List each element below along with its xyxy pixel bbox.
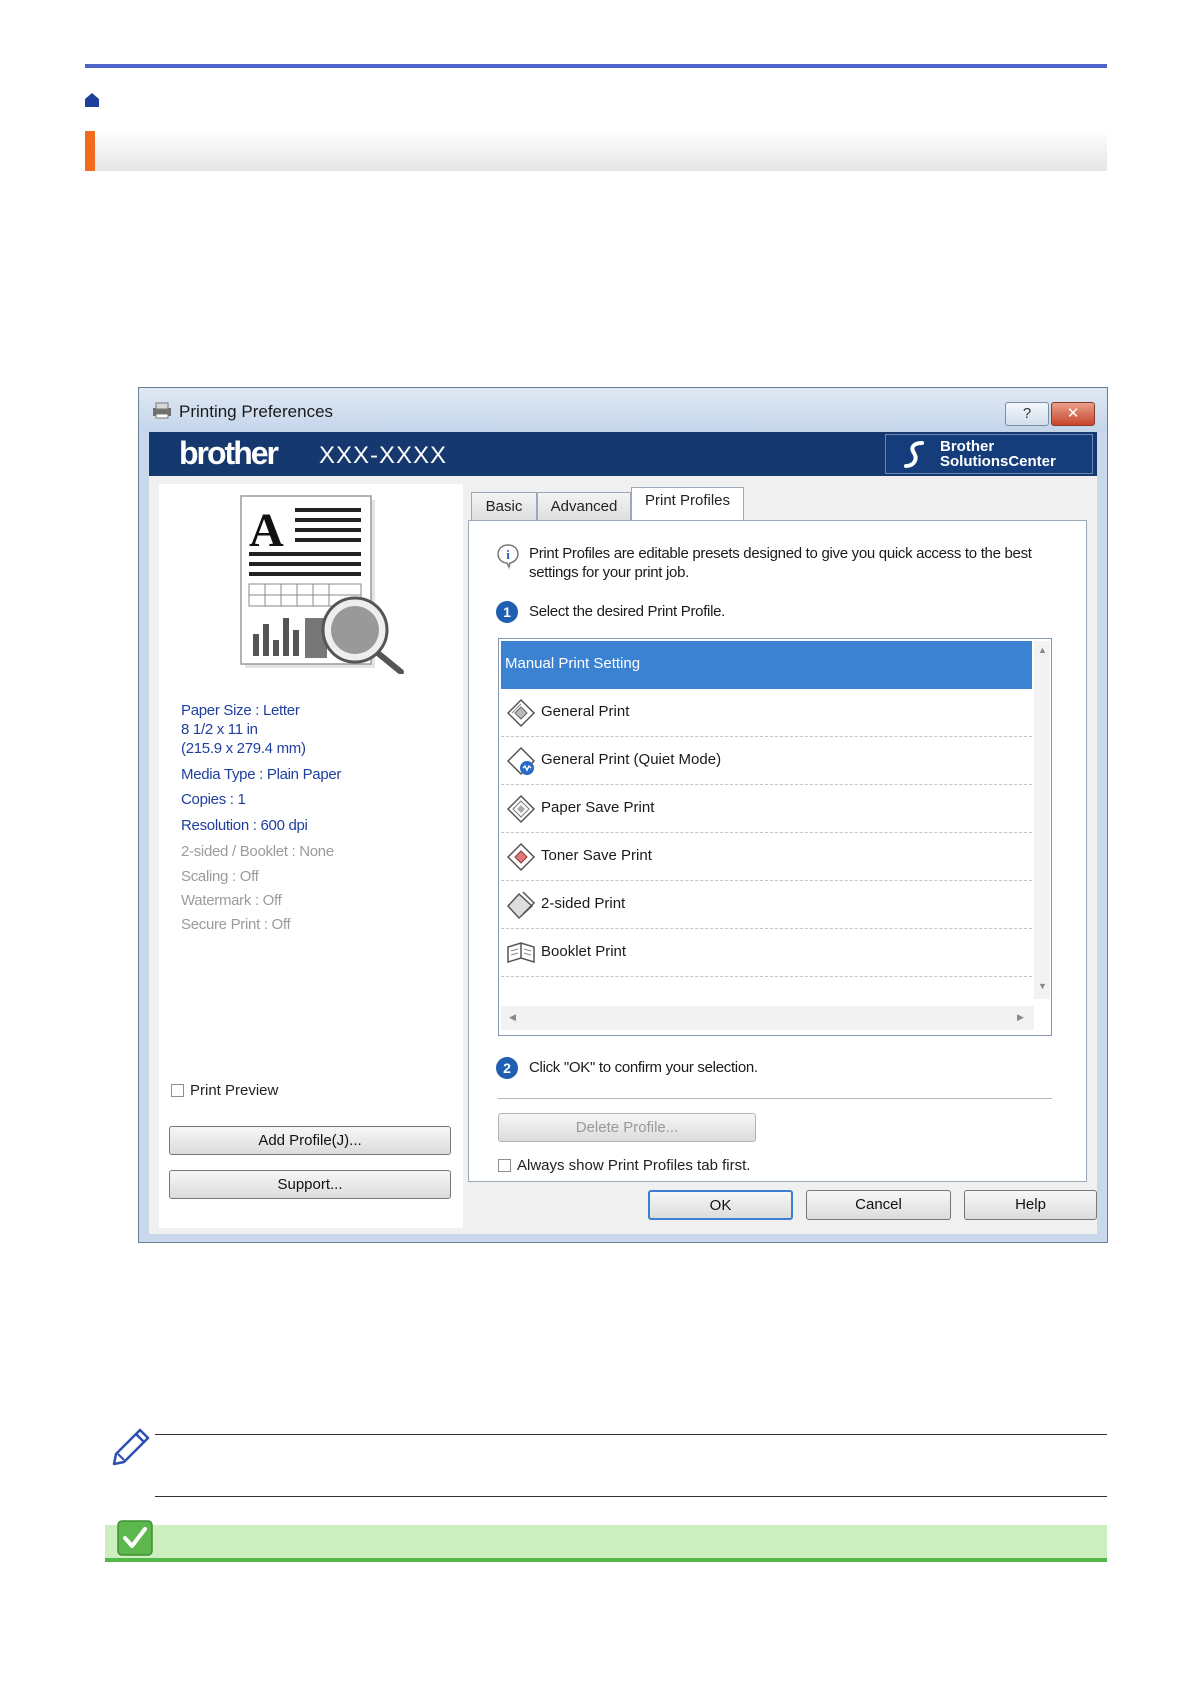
- step-1-text: Select the desired Print Profile.: [529, 603, 726, 620]
- note-top-rule: [155, 1434, 1107, 1435]
- watermark-info: Watermark : Off: [181, 892, 282, 909]
- profile-row-general[interactable]: General Print: [501, 689, 1032, 737]
- panel-separator: [498, 1098, 1052, 1099]
- tab-basic[interactable]: Basic: [471, 492, 537, 520]
- brand-bar: brother XXX-XXXX Brother SolutionsCenter: [149, 432, 1097, 476]
- media-type-info: Media Type : Plain Paper: [181, 766, 342, 783]
- scaling-info: Scaling : Off: [181, 868, 259, 885]
- profile-label: General Print (Quiet Mode): [541, 751, 722, 768]
- add-profile-button[interactable]: Add Profile(J)...: [169, 1126, 451, 1155]
- section-title-band: [85, 131, 1107, 171]
- document-preview-icon: A: [240, 495, 404, 674]
- section-title-accent: [85, 131, 95, 171]
- related-info-rule: [105, 1558, 1107, 1562]
- copies-info: Copies : 1: [181, 791, 246, 808]
- info-icon: i: [497, 544, 519, 569]
- top-rule: [85, 64, 1107, 68]
- paper-size-mm: (215.9 x 279.4 mm): [181, 740, 306, 757]
- cancel-button[interactable]: Cancel: [806, 1190, 951, 1220]
- delete-profile-button[interactable]: Delete Profile...: [498, 1113, 756, 1142]
- profile-row-general-quiet[interactable]: General Print (Quiet Mode): [501, 737, 1032, 785]
- solutions-center-button[interactable]: Brother SolutionsCenter: [885, 434, 1093, 474]
- titlebar-close-button[interactable]: ✕: [1051, 402, 1095, 426]
- model-name: XXX-XXXX: [319, 442, 448, 469]
- dialog-titlebar: Printing Preferences ? ✕: [139, 388, 1107, 432]
- ok-button[interactable]: OK: [648, 1190, 793, 1220]
- profile-label: Booklet Print: [541, 943, 627, 960]
- tab-print-profiles[interactable]: Print Profiles: [631, 487, 744, 520]
- step-2-badge: 2: [496, 1057, 518, 1079]
- profile-label: General Print: [541, 703, 630, 720]
- profile-list-vertical-scrollbar[interactable]: ▲ ▼: [1034, 641, 1050, 999]
- svg-text:i: i: [506, 547, 510, 562]
- profile-row-2-sided[interactable]: 2-sided Print: [501, 881, 1032, 929]
- printer-icon: [153, 402, 171, 419]
- pencil-note-icon: [112, 1428, 150, 1466]
- print-profiles-panel: i Print Profiles are editable presets de…: [468, 520, 1087, 1182]
- print-preview-checkbox[interactable]: Print Preview: [171, 1082, 278, 1099]
- profile-duplex-icon: [506, 891, 536, 920]
- dialog-title: Printing Preferences: [179, 402, 334, 421]
- profile-paper-icon: [506, 794, 536, 824]
- solutions-center-icon: [904, 441, 924, 468]
- printing-preferences-dialog: Printing Preferences ? ✕ brother XXX-XXX…: [138, 387, 1108, 1243]
- profile-row-toner-save[interactable]: Toner Save Print: [501, 833, 1032, 881]
- scroll-left-arrow-icon[interactable]: ◀: [509, 1012, 516, 1023]
- profile-label: 2-sided Print: [541, 895, 626, 912]
- duplex-booklet-info: 2-sided / Booklet : None: [181, 843, 334, 860]
- paper-size-info: Paper Size : Letter: [181, 702, 300, 719]
- profile-row-manual[interactable]: Manual Print Setting: [501, 641, 1032, 689]
- dialog-content: A Paper Size: Letter 8 1/2 x 11 in (215…: [149, 476, 1097, 1234]
- step-2-text: Click "OK" to confirm your selection.: [529, 1059, 758, 1076]
- brother-logo: brother: [179, 435, 279, 471]
- paper-size-inches: 8 1/2 x 11 in: [181, 721, 258, 738]
- profile-paper-icon: [506, 698, 536, 728]
- print-profiles-intro: Print Profiles are editable presets desi…: [529, 545, 1032, 581]
- profile-list[interactable]: Manual Print Setting General Print Gener…: [498, 638, 1052, 1036]
- step-1-badge: 1: [496, 601, 518, 623]
- titlebar-help-button[interactable]: ?: [1005, 402, 1049, 426]
- print-preview-checkbox-box[interactable]: [171, 1084, 184, 1097]
- scroll-up-arrow-icon[interactable]: ▲: [1038, 645, 1047, 655]
- scroll-down-arrow-icon[interactable]: ▼: [1038, 981, 1047, 991]
- always-show-checkbox-box[interactable]: [498, 1159, 511, 1172]
- scroll-right-arrow-icon[interactable]: ▶: [1017, 1012, 1024, 1023]
- print-preview-label: Print Preview: [190, 1082, 279, 1099]
- solutions-center-label: Brother SolutionsCenter: [940, 438, 1056, 470]
- profile-booklet-icon: [507, 942, 535, 964]
- profile-list-horizontal-scrollbar[interactable]: ◀ ▶: [501, 1006, 1034, 1030]
- always-show-profiles-checkbox[interactable]: Always show Print Profiles tab first.: [498, 1157, 750, 1174]
- tab-advanced[interactable]: Advanced: [537, 492, 631, 520]
- profile-label: Paper Save Print: [541, 799, 655, 816]
- profile-label: Manual Print Setting: [505, 655, 641, 672]
- always-show-label: Always show Print Profiles tab first.: [517, 1157, 751, 1174]
- support-button[interactable]: Support...: [169, 1170, 451, 1199]
- resolution-info: Resolution : 600 dpi: [181, 817, 308, 834]
- help-button[interactable]: Help: [964, 1190, 1097, 1220]
- secure-print-info: Secure Print : Off: [181, 916, 291, 933]
- home-icon[interactable]: [84, 92, 100, 108]
- checkmark-icon: [117, 1520, 153, 1556]
- profile-quiet-icon: [506, 746, 536, 776]
- settings-summary-panel: A Paper Size: Letter 8 1/2 x 11 in (215…: [159, 484, 463, 1228]
- profile-label: Toner Save Print: [541, 847, 652, 864]
- svg-text:A: A: [249, 504, 284, 557]
- note-bottom-rule: [155, 1496, 1107, 1497]
- profile-row-booklet[interactable]: Booklet Print: [501, 929, 1032, 977]
- profile-toner-icon: [506, 842, 536, 872]
- related-info-band: [105, 1525, 1107, 1558]
- profile-row-paper-save[interactable]: Paper Save Print: [501, 785, 1032, 833]
